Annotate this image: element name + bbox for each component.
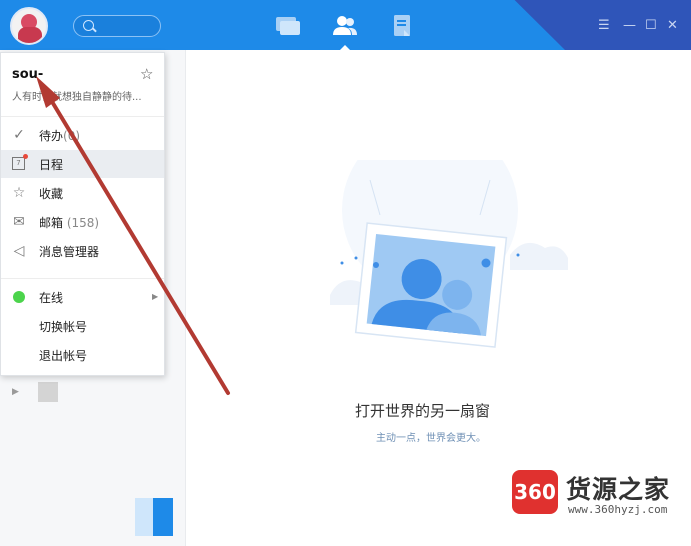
envelope-icon: ✉ [13,214,25,230]
menu-item-switch-account[interactable]: 切换帐号 [1,312,164,340]
watermark-logo: 360 [512,470,558,514]
document-icon [394,15,410,36]
menu-item-favorites[interactable]: ☆ 收藏 [1,179,164,207]
calendar-icon: 7 [12,154,28,170]
menu-item-mailbox[interactable]: ✉ 邮箱 (158) [1,208,164,236]
empty-state-title: 打开世界的另一扇窗 [355,402,491,420]
menu-icon[interactable]: ☰ [598,19,610,32]
profile-menu: sou- ☆ 人有时候就想独自静静的待... ✓ 待办(0) 7 日程 ☆ 收藏… [0,52,165,376]
divider [1,278,164,279]
watermark-site-name: 货源之家 [566,475,671,504]
tab-documents[interactable] [389,13,417,39]
checkmark-circle-icon: ✓ [13,127,25,143]
tab-messages[interactable] [274,13,302,39]
star-icon: ☆ [12,185,26,201]
divider [1,116,164,117]
avatar-body [18,27,42,43]
speaker-icon: ◁ [13,243,25,259]
close-icon[interactable]: ✕ [667,19,678,32]
profile-name[interactable]: sou- [12,67,43,82]
tab-contacts[interactable] [331,13,359,50]
title-bar-accent [514,0,691,50]
expand-icon[interactable]: ▶ [12,387,19,397]
star-icon[interactable]: ☆ [140,65,153,83]
chat-window-icon [276,17,300,35]
avatar[interactable] [10,7,48,45]
watermark-url: www.360hyzj.com [568,503,668,516]
search-input[interactable] [73,15,161,37]
menu-item-schedule[interactable]: 7 日程 [1,150,164,178]
menu-item-todo[interactable]: ✓ 待办(0) [1,121,164,149]
menu-item-online-status[interactable]: 在线 ▶ [1,283,164,311]
contact-group-thumbnail[interactable] [38,382,58,402]
maximize-icon[interactable]: ☐ [645,19,657,32]
empty-state-subtitle: 主动一点，世界会更大。 [376,433,486,444]
minimize-icon[interactable]: — [623,19,636,32]
empty-state-illustration [330,160,568,348]
title-bar: ☰ — ☐ ✕ [0,0,691,50]
contacts-icon [333,16,357,35]
menu-item-message-manager[interactable]: ◁ 消息管理器 [1,237,164,265]
chevron-right-icon: ▶ [152,292,159,301]
online-status-icon [13,291,25,303]
profile-signature[interactable]: 人有时候就想独自静静的待... [12,88,158,103]
menu-item-logout[interactable]: 退出帐号 [1,341,164,369]
